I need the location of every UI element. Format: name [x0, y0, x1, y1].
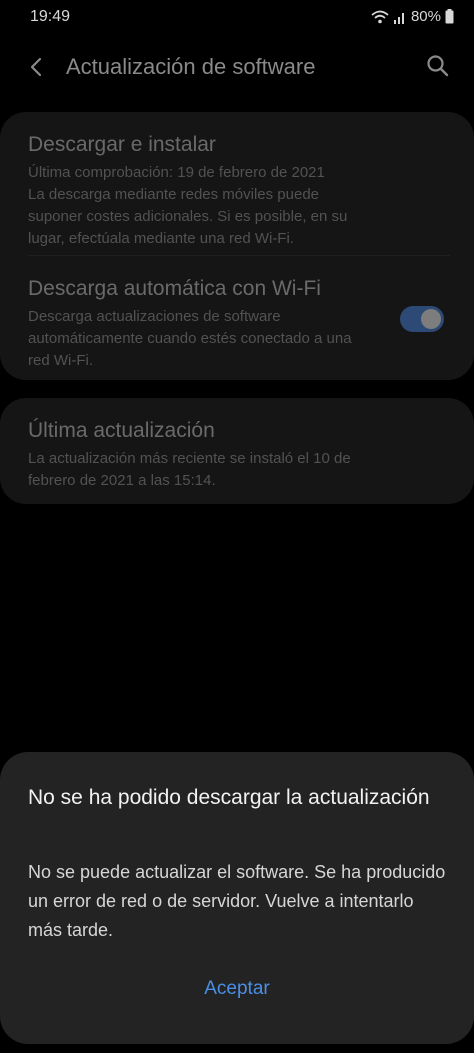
- page-title: Actualización de software: [66, 54, 316, 79]
- auto-download-item[interactable]: Descarga automática con Wi-Fi Descarga a…: [28, 276, 368, 372]
- wifi-icon: [371, 10, 389, 24]
- divider: [28, 255, 450, 256]
- error-dialog: No se ha podido descargar la actualizaci…: [0, 752, 474, 1044]
- status-time: 19:49: [30, 8, 71, 25]
- settings-card-last-update: Última actualización La actualización má…: [0, 398, 474, 504]
- back-arrow-icon[interactable]: [22, 52, 52, 82]
- auto-download-title: Descarga automática con Wi-Fi: [28, 277, 321, 300]
- last-update-subtitle: La actualización más reciente se instaló…: [28, 450, 351, 489]
- toggle-knob: [421, 309, 441, 329]
- auto-download-subtitle: Descarga actualizaciones de software aut…: [28, 308, 352, 369]
- app-header: Actualización de software: [0, 44, 474, 90]
- download-install-subtitle: Última comprobación: 19 de febrero de 20…: [28, 164, 348, 247]
- settings-card-download: Descargar e instalar Última comprobación…: [0, 112, 474, 380]
- dialog-title: No se ha podido descargar la actualizaci…: [28, 786, 430, 809]
- download-install-item[interactable]: Descargar e instalar Última comprobación…: [28, 132, 368, 250]
- auto-download-toggle[interactable]: [400, 306, 444, 332]
- status-bar: 19:49 80%: [0, 0, 474, 36]
- signal-icon: [393, 10, 407, 24]
- last-update-item[interactable]: Última actualización La actualización má…: [28, 418, 388, 492]
- accept-button[interactable]: Aceptar: [0, 978, 474, 1000]
- status-icons: 80%: [371, 8, 454, 25]
- battery-percent: 80%: [410, 8, 441, 25]
- download-install-title: Descargar e instalar: [28, 133, 216, 156]
- dialog-message: No se puede actualizar el software. Se h…: [28, 862, 446, 940]
- search-icon[interactable]: [424, 52, 452, 80]
- last-update-title: Última actualización: [28, 419, 215, 442]
- battery-icon: [445, 9, 454, 24]
